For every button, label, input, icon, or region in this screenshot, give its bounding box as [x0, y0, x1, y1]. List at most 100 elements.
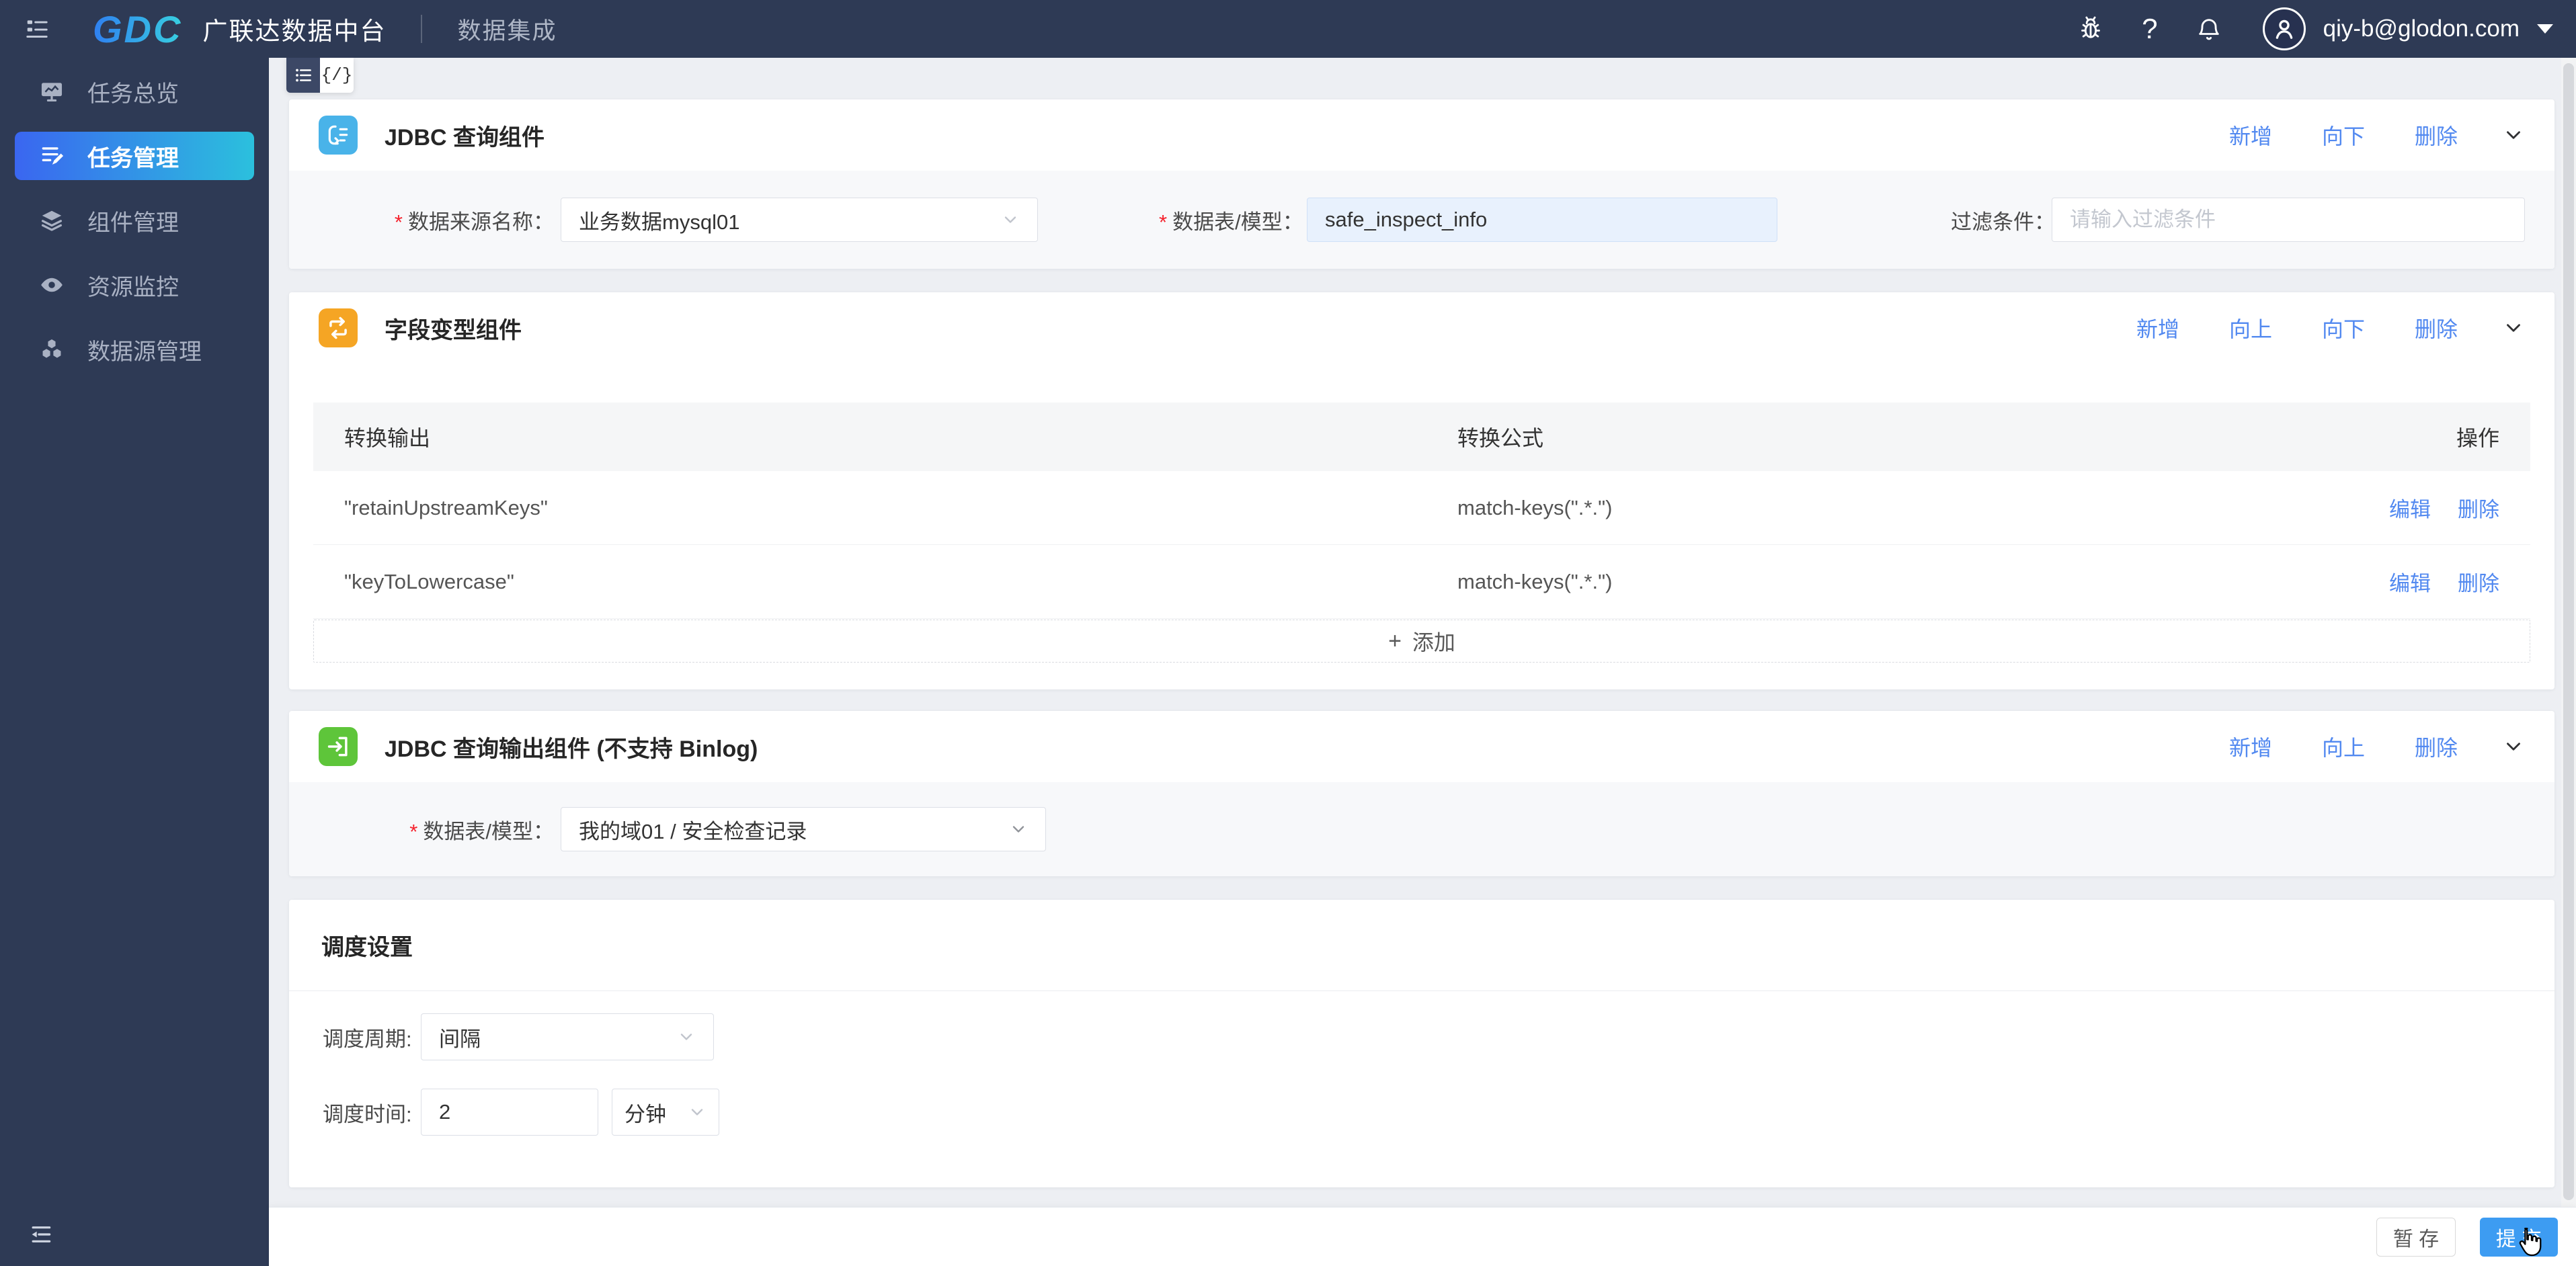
- panel-actions: 新增 向上 删除: [2179, 731, 2525, 762]
- cell-formula: match-keys(".*."): [1457, 495, 1613, 519]
- field-datasource-name: * 数据来源名称： 业务数据mysql01: [390, 198, 1038, 242]
- sidebar-item-component-management[interactable]: 组件管理: [15, 188, 254, 253]
- move-up-link[interactable]: 向上: [2229, 312, 2272, 343]
- move-down-link[interactable]: 向下: [2322, 312, 2365, 343]
- view-mode-toggle: {/}: [286, 58, 354, 93]
- chevron-down-icon: [1001, 210, 1020, 229]
- list-view-toggle-button[interactable]: [286, 58, 320, 93]
- cell-actions: 编辑 删除: [2382, 566, 2530, 597]
- panel-collapse-chevron-icon[interactable]: [2502, 735, 2525, 758]
- column-header-formula: 转换公式: [1457, 426, 1544, 450]
- field-transform-component-icon: [319, 308, 358, 347]
- vertical-scrollbar-thumb[interactable]: [2563, 63, 2574, 1200]
- code-view-label: {/}: [321, 65, 353, 85]
- field-label-text: 数据来源名称：: [408, 210, 554, 234]
- plus-icon: +: [1388, 628, 1402, 654]
- sidebar-item-label: 资源监控: [87, 274, 179, 300]
- field-label: * 数据来源名称：: [390, 205, 554, 235]
- chevron-down-icon: [1009, 820, 1028, 839]
- move-up-link[interactable]: 向上: [2322, 731, 2365, 762]
- sidebar: 任务总览 任务管理 组件管理 资源监控 数据源管理: [0, 58, 269, 1266]
- panel-actions: 新增 向上 向下 删除: [2087, 312, 2525, 343]
- delete-component-link[interactable]: 删除: [2415, 120, 2458, 151]
- edit-row-link[interactable]: 编辑: [2389, 566, 2431, 597]
- user-email[interactable]: qiy-b@glodon.com: [2323, 15, 2520, 42]
- indent-collapse-icon: [28, 1222, 54, 1247]
- field-label: * 数据表/模型：: [1159, 205, 1303, 235]
- schedule-time-unit-select[interactable]: 分钟: [612, 1089, 719, 1136]
- move-down-link[interactable]: 向下: [2322, 120, 2365, 151]
- delete-row-link[interactable]: 删除: [2458, 566, 2499, 597]
- datasource-name-select[interactable]: 业务数据mysql01: [561, 198, 1038, 242]
- panel-jdbc-output-form: * 数据表/模型： 我的域01 / 安全检查记录: [289, 782, 2554, 876]
- panel-field-transform-header: 字段变型组件 新增 向上 向下 删除: [289, 292, 2554, 364]
- sidebar-collapse-button[interactable]: [28, 1222, 54, 1247]
- filter-condition-input[interactable]: [2052, 198, 2525, 242]
- output-table-model-select[interactable]: 我的域01 / 安全检查记录: [561, 807, 1046, 851]
- cell-actions: 编辑 删除: [2382, 493, 2530, 523]
- select-value: 分钟: [625, 1102, 666, 1126]
- delete-component-link[interactable]: 删除: [2415, 731, 2458, 762]
- edit-row-link[interactable]: 编辑: [2389, 493, 2431, 523]
- field-label-text: 数据表/模型：: [1172, 210, 1303, 234]
- topbar: GDC 广联达数据中台 数据集成 ? qiy-b@glodon.com: [0, 0, 2576, 58]
- module-name: 数据集成: [457, 17, 557, 44]
- help-icon[interactable]: ?: [2142, 15, 2157, 43]
- table-model-input[interactable]: [1307, 198, 1777, 242]
- panel-field-transform: 字段变型组件 新增 向上 向下 删除 转换输出 转换公式 操作 "retainU…: [289, 292, 2554, 689]
- field-schedule-cycle: 调度周期: 间隔: [323, 1013, 2554, 1060]
- add-component-link[interactable]: 新增: [2229, 120, 2272, 151]
- list-view-icon: [293, 65, 313, 85]
- submit-button-label: 提 交: [2495, 1228, 2542, 1251]
- column-header-actions: 操作: [2456, 426, 2499, 450]
- cell-formula: match-keys(".*."): [1457, 569, 1613, 593]
- chevron-down-icon: [677, 1027, 696, 1046]
- column-header-output: 转换输出: [344, 426, 431, 450]
- sidebar-item-task-overview[interactable]: 任务总览: [15, 59, 254, 124]
- topbar-divider: [421, 15, 423, 43]
- panel-collapse-chevron-icon[interactable]: [2502, 316, 2525, 339]
- sidebar-item-datasource-management[interactable]: 数据源管理: [15, 317, 254, 382]
- bug-report-icon[interactable]: [2077, 15, 2104, 42]
- sidebar-item-task-management[interactable]: 任务管理: [15, 132, 254, 180]
- sidebar-menu: 任务总览 任务管理 组件管理 资源监控 数据源管理: [0, 58, 269, 382]
- panel-actions: 新增 向下 删除: [2179, 120, 2525, 151]
- panel-title: JDBC 查询输出组件 (不支持 Binlog): [385, 736, 758, 762]
- layers-icon: [39, 208, 65, 233]
- user-menu-caret-icon[interactable]: [2537, 24, 2553, 34]
- select-value: 业务数据mysql01: [579, 210, 740, 234]
- datasource-icon: [39, 337, 65, 362]
- add-component-link[interactable]: 新增: [2136, 312, 2179, 343]
- panel-jdbc-query-header: JDBC 查询组件 新增 向下 删除: [289, 99, 2554, 171]
- schedule-time-input[interactable]: [421, 1089, 598, 1136]
- field-label-text: 数据表/模型：: [423, 819, 554, 843]
- schedule-form: 调度周期: 间隔 调度时间: 分钟: [289, 991, 2554, 1136]
- vertical-scrollbar-track[interactable]: [2561, 58, 2576, 1207]
- table-row: "retainUpstreamKeys" match-keys(".*.") 编…: [313, 471, 2530, 545]
- delete-component-link[interactable]: 删除: [2415, 312, 2458, 343]
- schedule-cycle-select[interactable]: 间隔: [421, 1013, 714, 1060]
- field-label: 调度时间:: [323, 1102, 412, 1126]
- panel-collapse-chevron-icon[interactable]: [2502, 124, 2525, 146]
- required-mark: *: [1159, 210, 1168, 234]
- save-draft-button[interactable]: 暂 存: [2376, 1217, 2456, 1257]
- transform-table-header: 转换输出 转换公式 操作: [313, 403, 2530, 471]
- add-component-link[interactable]: 新增: [2229, 731, 2272, 762]
- panel-jdbc-output-header: JDBC 查询输出组件 (不支持 Binlog) 新增 向上 删除: [289, 711, 2554, 782]
- sidebar-item-resource-monitor[interactable]: 资源监控: [15, 253, 254, 317]
- panel-schedule-settings: 调度设置 调度周期: 间隔 调度时间: 分钟: [289, 900, 2554, 1187]
- dashboard-icon: [39, 79, 65, 104]
- user-avatar[interactable]: [2262, 7, 2306, 50]
- layout-list-icon: [24, 16, 50, 42]
- sidebar-item-label: 组件管理: [87, 210, 179, 236]
- notifications-bell-icon[interactable]: [2196, 15, 2222, 42]
- code-view-toggle-button[interactable]: {/}: [320, 58, 354, 93]
- delete-row-link[interactable]: 删除: [2458, 493, 2499, 523]
- panel-jdbc-output: JDBC 查询输出组件 (不支持 Binlog) 新增 向上 删除 * 数据表/模…: [289, 711, 2554, 876]
- add-transform-row-button[interactable]: + 添加: [313, 620, 2530, 663]
- submit-button[interactable]: 提 交: [2480, 1217, 2558, 1257]
- cell-output: "retainUpstreamKeys": [344, 495, 548, 519]
- required-mark: *: [394, 210, 403, 234]
- topbar-menu-toggle-button[interactable]: [0, 0, 74, 58]
- product-name: 广联达数据中台: [202, 17, 387, 45]
